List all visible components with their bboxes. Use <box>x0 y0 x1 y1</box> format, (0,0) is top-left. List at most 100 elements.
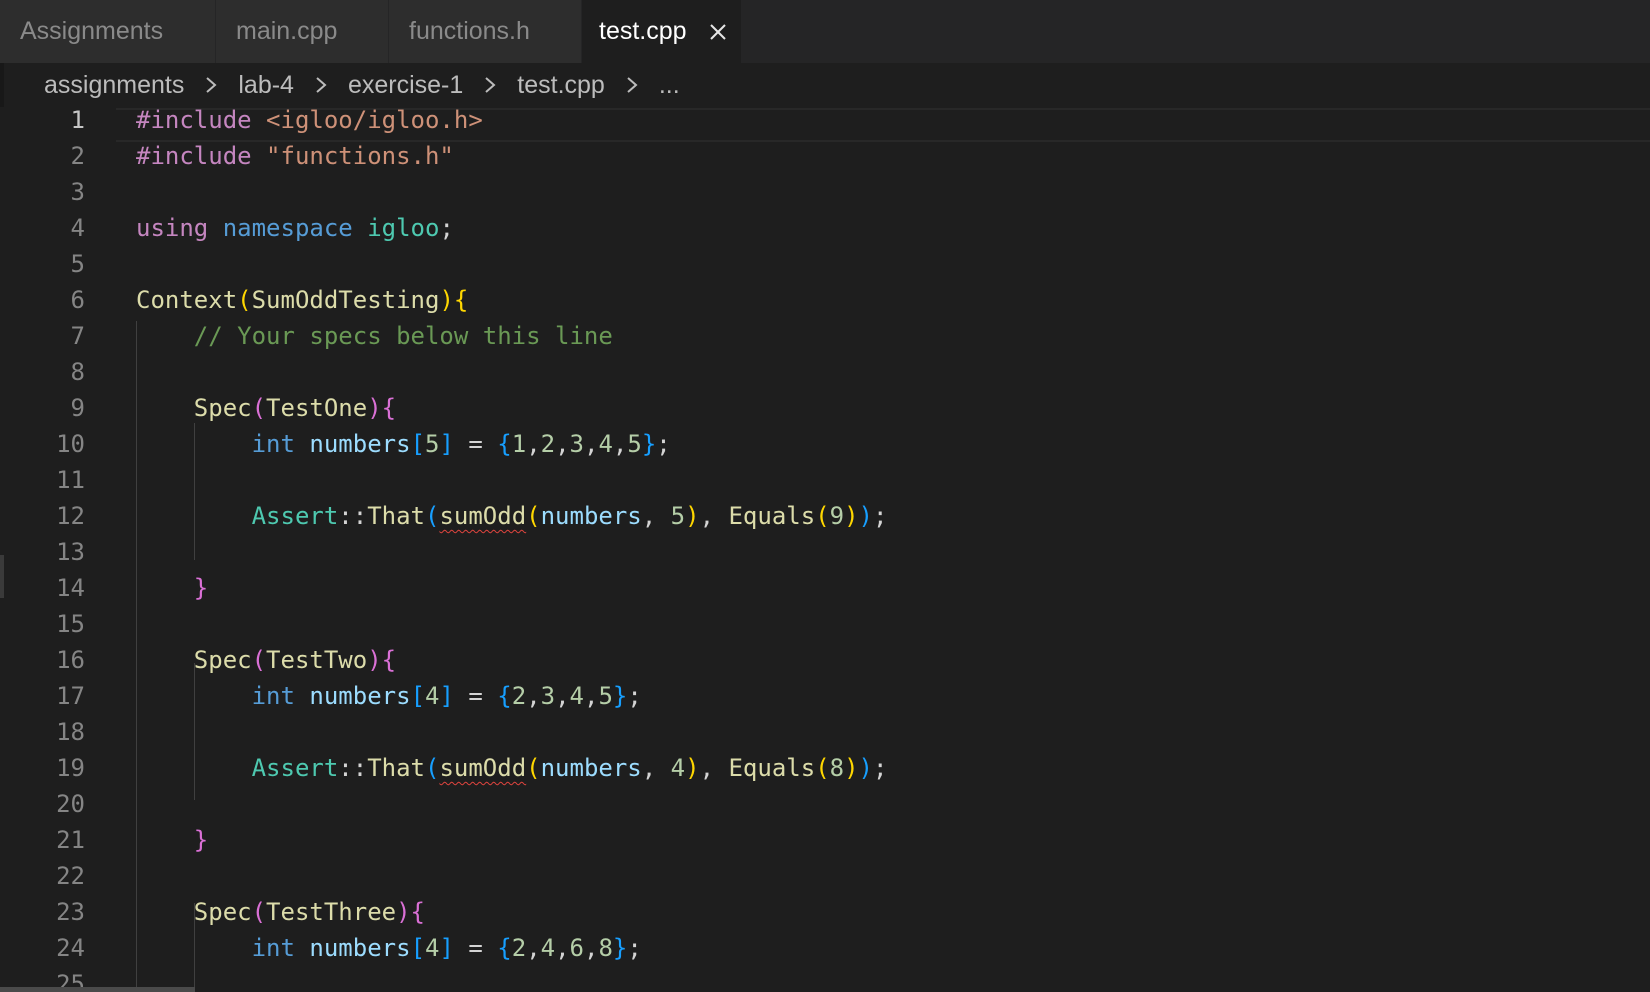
code-text: using namespace igloo; <box>136 210 454 246</box>
code-token: [ <box>410 430 426 458</box>
code-text: #include <igloo/igloo.h> <box>136 102 483 138</box>
code-text: Context(SumOddTesting){ <box>136 282 468 318</box>
code-token: , <box>526 682 541 710</box>
code-token: int <box>251 682 295 710</box>
tab-label: Assignments <box>20 17 164 45</box>
code-line[interactable]: 18 <box>0 714 1650 750</box>
code-line[interactable]: 9 Spec(TestOne){ <box>0 390 1650 426</box>
close-icon[interactable] <box>707 21 729 43</box>
breadcrumb-item-exercise-1[interactable]: exercise-1 <box>348 71 463 100</box>
code-line[interactable]: 14 } <box>0 570 1650 606</box>
breadcrumb-item-lab-4[interactable]: lab-4 <box>238 71 294 100</box>
code-token: = <box>453 934 498 962</box>
code-line[interactable]: 4 using namespace igloo; <box>0 210 1650 246</box>
code-line[interactable]: 20 <box>0 786 1650 822</box>
code-line[interactable]: 3 <box>0 174 1650 210</box>
code-line[interactable]: 25 <box>0 966 1650 992</box>
line-number: 9 <box>70 394 85 422</box>
code-line[interactable]: 11 <box>0 462 1650 498</box>
code-line[interactable]: 19 Assert::That(sumOdd(numbers, 4), Equa… <box>0 750 1650 786</box>
code-line[interactable]: 10 int numbers[5] = {1,2,3,4,5}; <box>0 426 1650 462</box>
code-token: That <box>367 502 425 530</box>
code-text: Spec(TestThree){ <box>136 894 425 930</box>
code-line[interactable]: 6 Context(SumOddTesting){ <box>0 282 1650 318</box>
code-token: TestTwo <box>266 646 368 674</box>
breadcrumb-item-symbols[interactable]: ... <box>659 71 680 100</box>
code-token: ; <box>873 502 888 530</box>
code-line[interactable]: 2 #include "functions.h" <box>0 138 1650 174</box>
code-line[interactable]: 7 // Your specs below this line <box>0 318 1650 354</box>
horizontal-scrollbar[interactable] <box>0 987 195 992</box>
code-token: <igloo/igloo.h> <box>251 106 483 134</box>
code-token: , <box>584 934 599 962</box>
code-token: sumOdd <box>439 502 527 530</box>
code-line[interactable]: 15 <box>0 606 1650 642</box>
tab-main-cpp[interactable]: main.cpp <box>216 0 389 63</box>
line-number: 21 <box>56 826 85 854</box>
code-token: , <box>555 430 570 458</box>
code-token: ] <box>439 430 454 458</box>
code-line[interactable]: 12 Assert::That(sumOdd(numbers, 5), Equa… <box>0 498 1650 534</box>
code-line[interactable]: 23 Spec(TestThree){ <box>0 894 1650 930</box>
code-token: ( <box>526 754 541 782</box>
code-token: ( <box>425 502 440 530</box>
code-line[interactable]: 8 <box>0 354 1650 390</box>
code-line[interactable]: 1 #include <igloo/igloo.h> <box>0 102 1650 138</box>
code-line[interactable]: 13 <box>0 534 1650 570</box>
code-token: ) <box>844 502 859 530</box>
code-token: ( <box>251 646 267 674</box>
code-token: Equals <box>728 502 816 530</box>
breadcrumb-item-assignments[interactable]: assignments <box>44 71 184 100</box>
chevron-right-icon <box>200 74 222 96</box>
code-token: Assert <box>251 754 339 782</box>
code-line[interactable]: 5 <box>0 246 1650 282</box>
tab-functions-h[interactable]: functions.h <box>389 0 582 63</box>
code-token: , <box>641 754 671 782</box>
breadcrumb-item-test-cpp[interactable]: test.cpp <box>517 71 605 100</box>
code-token: namespace <box>222 214 353 242</box>
code-token: { <box>497 934 512 962</box>
line-number: 18 <box>56 718 85 746</box>
code-line[interactable]: 24 int numbers[4] = {2,4,6,8}; <box>0 930 1650 966</box>
code-token: , <box>699 502 729 530</box>
code-line[interactable]: 22 <box>0 858 1650 894</box>
code-token: 9 <box>829 502 845 530</box>
code-line[interactable]: 16 Spec(TestTwo){ <box>0 642 1650 678</box>
editor-window: Assignments main.cpp functions.h test.cp… <box>0 0 1650 992</box>
code-line[interactable]: 21 } <box>0 822 1650 858</box>
tab-test-cpp[interactable]: test.cpp <box>582 0 742 63</box>
code-token: 4 <box>425 934 440 962</box>
code-token: 4 <box>670 754 686 782</box>
tab-assignments[interactable]: Assignments <box>0 0 216 63</box>
code-token: ) <box>685 754 700 782</box>
line-number: 3 <box>70 178 85 206</box>
code-token: Spec <box>193 646 252 674</box>
line-number: 13 <box>56 538 85 566</box>
code-token: , <box>555 934 570 962</box>
code-token: ) <box>858 502 873 530</box>
code-token: #include <box>136 106 252 134</box>
code-token: int <box>251 430 295 458</box>
code-token: 2 <box>540 430 556 458</box>
line-number: 5 <box>70 250 85 278</box>
line-number: 15 <box>56 610 85 638</box>
code-token: ) <box>858 754 873 782</box>
line-number: 7 <box>70 322 85 350</box>
code-token: , <box>584 430 599 458</box>
code-token: ; <box>627 682 642 710</box>
code-editor[interactable]: 1 #include <igloo/igloo.h> 2 #include "func… <box>0 106 1650 992</box>
code-token: ( <box>815 754 830 782</box>
tab-bar: Assignments main.cpp functions.h test.cp… <box>0 0 1650 63</box>
line-number: 19 <box>56 754 85 782</box>
code-text: // Your specs below this line <box>136 318 613 354</box>
code-token: sumOdd <box>439 754 527 782</box>
line-number: 14 <box>56 574 85 602</box>
code-token: ( <box>425 754 440 782</box>
code-line[interactable]: 17 int numbers[4] = {2,3,4,5}; <box>0 678 1650 714</box>
code-text: Spec(TestOne){ <box>136 390 396 426</box>
